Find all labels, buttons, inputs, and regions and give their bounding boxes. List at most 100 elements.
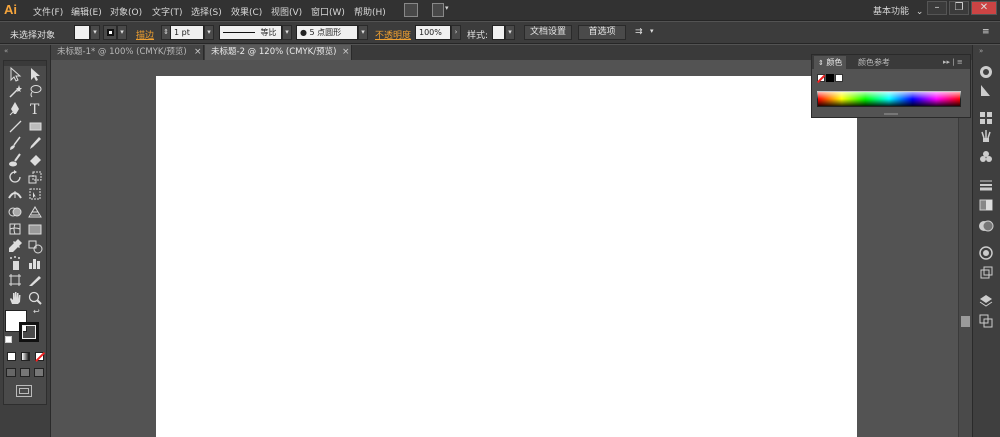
lasso-tool-icon[interactable]: [27, 83, 43, 99]
layers-panel-icon[interactable]: [978, 293, 994, 309]
none-color-swatch[interactable]: [816, 74, 826, 83]
stroke-dropdown[interactable]: ▾: [117, 25, 127, 40]
menu-object[interactable]: 对象(O): [110, 5, 142, 18]
opacity-label[interactable]: 不透明度: [375, 28, 411, 41]
eraser-tool-icon[interactable]: [27, 152, 43, 168]
menu-edit[interactable]: 编辑(E): [71, 5, 102, 18]
hand-tool-icon[interactable]: [7, 290, 23, 306]
stroke-profile-dropdown[interactable]: ▾: [282, 25, 292, 40]
brushes-panel-icon[interactable]: [978, 128, 994, 144]
brush-dropdown[interactable]: ▾: [358, 25, 368, 40]
transparency-panel-icon[interactable]: [978, 218, 994, 234]
pen-tool-icon[interactable]: [7, 100, 23, 116]
rotate-tool-icon[interactable]: [7, 169, 23, 185]
bridge-icon[interactable]: [404, 3, 418, 17]
perspective-grid-tool-icon[interactable]: [27, 204, 43, 220]
line-tool-icon[interactable]: [7, 118, 23, 134]
type-tool-icon[interactable]: T: [27, 100, 43, 118]
rectangle-tool-icon[interactable]: [27, 118, 43, 134]
stroke-color-swatch[interactable]: [19, 322, 39, 342]
draw-inside-icon[interactable]: [34, 368, 44, 377]
screen-mode-icon[interactable]: [16, 385, 32, 397]
expand-panels-icon[interactable]: »: [979, 47, 983, 55]
mesh-tool-icon[interactable]: [7, 221, 23, 237]
stroke-weight-dropdown[interactable]: ▾: [204, 25, 214, 40]
stroke-label[interactable]: 描边: [136, 28, 154, 41]
scale-tool-icon[interactable]: [27, 169, 43, 185]
artboard-tool-icon[interactable]: [7, 272, 23, 288]
stroke-weight-field[interactable]: 1 pt: [170, 25, 204, 40]
color-guide-panel-icon[interactable]: [978, 82, 994, 98]
menu-help[interactable]: 帮助(H): [354, 5, 386, 18]
pathfinder-panel-icon[interactable]: [978, 313, 994, 329]
menu-window[interactable]: 窗口(W): [311, 5, 345, 18]
fill-swatch[interactable]: [74, 25, 90, 40]
shape-builder-tool-icon[interactable]: [7, 204, 23, 220]
arrange-documents-icon[interactable]: [432, 3, 444, 17]
brush-select[interactable]: ● 5 点圆形: [296, 25, 358, 40]
document-setup-button[interactable]: 文档设置: [524, 25, 572, 40]
swap-fill-stroke-icon[interactable]: ↩: [33, 307, 40, 316]
restore-button[interactable]: ❐: [949, 1, 969, 15]
symbols-panel-icon[interactable]: [978, 149, 994, 165]
magic-wand-tool-icon[interactable]: [7, 83, 23, 99]
graphic-style-dropdown[interactable]: ▾: [505, 25, 515, 40]
white-color-swatch[interactable]: [835, 74, 843, 82]
swatches-panel-icon[interactable]: [978, 110, 994, 126]
column-graph-tool-icon[interactable]: [27, 255, 43, 271]
blob-brush-tool-icon[interactable]: [7, 152, 23, 168]
tab-untitled-2[interactable]: 未标题-2 @ 120% (CMYK/预览) ×: [205, 45, 352, 60]
close-icon[interactable]: ×: [342, 45, 350, 60]
graphic-styles-panel-icon[interactable]: [978, 245, 994, 261]
control-menu-icon[interactable]: ▾: [650, 27, 654, 35]
preferences-button[interactable]: 首选项: [578, 25, 626, 40]
selection-tool-icon[interactable]: [7, 66, 23, 82]
eyedropper-tool-icon[interactable]: [7, 238, 23, 254]
scrollbar-thumb[interactable]: [961, 316, 970, 327]
color-mode-button[interactable]: [7, 352, 16, 361]
tab-color-guide[interactable]: 颜色参考: [854, 56, 894, 69]
menu-type[interactable]: 文字(T): [152, 5, 183, 18]
free-transform-tool-icon[interactable]: [27, 186, 43, 202]
gradient-panel-icon[interactable]: [978, 197, 994, 213]
menu-effect[interactable]: 效果(C): [231, 5, 262, 18]
paintbrush-tool-icon[interactable]: [7, 135, 23, 151]
direct-selection-tool-icon[interactable]: [27, 66, 43, 82]
blend-tool-icon[interactable]: [27, 238, 43, 254]
menu-view[interactable]: 视图(V): [271, 5, 302, 18]
menu-file[interactable]: 文件(F): [33, 5, 63, 18]
gradient-mode-button[interactable]: [21, 352, 30, 361]
width-tool-icon[interactable]: [7, 186, 23, 202]
stroke-swatch[interactable]: [103, 25, 117, 40]
panel-resize-grip[interactable]: [884, 113, 898, 115]
menu-select[interactable]: 选择(S): [191, 5, 222, 18]
close-icon[interactable]: ×: [194, 45, 202, 60]
opacity-dropdown[interactable]: ›: [451, 25, 461, 40]
tab-untitled-1[interactable]: 未标题-1* @ 100% (CMYK/预览) ×: [51, 45, 204, 60]
slice-tool-icon[interactable]: [27, 272, 43, 288]
workspace-switcher[interactable]: 基本功能 ⌄: [873, 4, 923, 17]
zoom-tool-icon[interactable]: [27, 290, 43, 306]
arrange-dropdown-icon[interactable]: ▾: [445, 4, 449, 12]
opacity-field[interactable]: 100%: [415, 25, 451, 40]
artboards-panel-icon[interactable]: [978, 265, 994, 281]
none-mode-button[interactable]: [35, 351, 45, 362]
gradient-tool-icon[interactable]: [27, 221, 43, 237]
stroke-profile-select[interactable]: 等比: [219, 25, 282, 40]
collapse-toolbar-icon[interactable]: «: [4, 47, 8, 55]
arrange-icon[interactable]: ⇉: [635, 27, 643, 37]
stroke-panel-icon[interactable]: [978, 177, 994, 193]
black-color-swatch[interactable]: [826, 74, 834, 82]
pencil-tool-icon[interactable]: [27, 135, 43, 151]
tab-color[interactable]: ⇕ 颜色: [814, 56, 847, 69]
draw-behind-icon[interactable]: [20, 368, 30, 377]
draw-normal-icon[interactable]: [6, 368, 16, 377]
symbol-sprayer-tool-icon[interactable]: [7, 255, 23, 271]
panel-menu-icon[interactable]: ≡: [982, 27, 990, 37]
appearance-panel-icon[interactable]: [978, 64, 994, 80]
fill-dropdown[interactable]: ▾: [90, 25, 100, 40]
close-button[interactable]: ✕: [971, 1, 997, 15]
graphic-style-swatch[interactable]: [492, 25, 505, 40]
default-fill-stroke-icon[interactable]: [5, 336, 12, 343]
panel-options-icon[interactable]: ▸▸ | ≡: [939, 56, 967, 69]
